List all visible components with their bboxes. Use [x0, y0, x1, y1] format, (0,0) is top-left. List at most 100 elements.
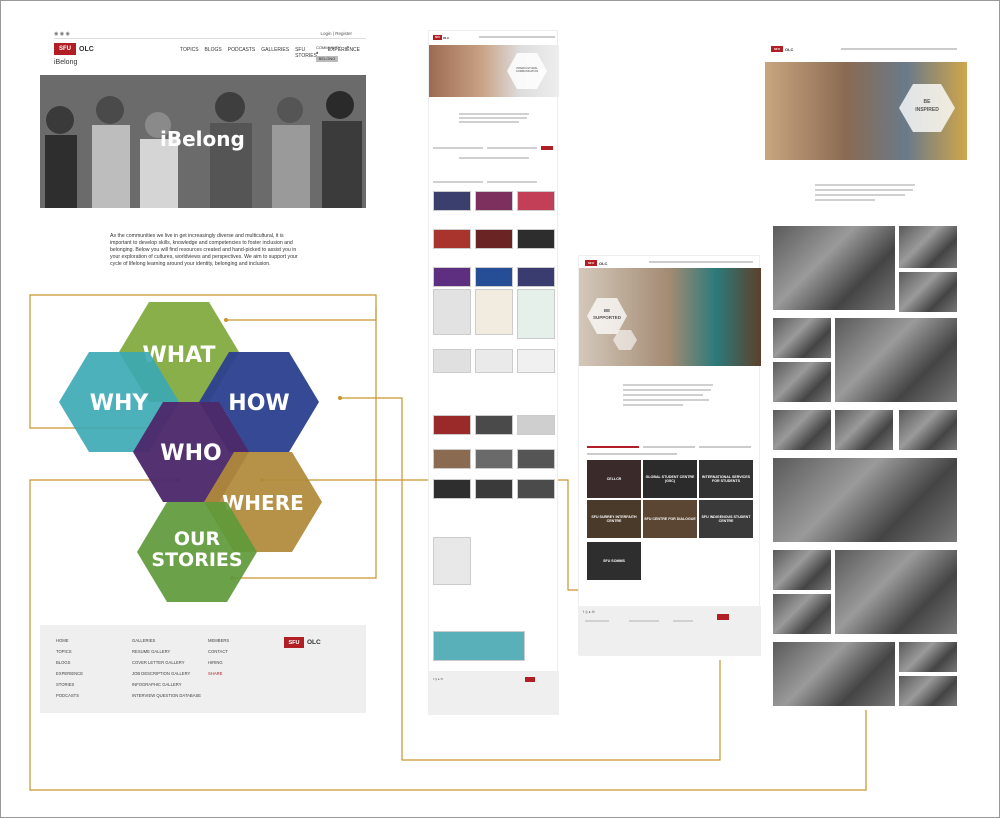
- video-thumb[interactable]: [433, 415, 471, 435]
- footer-link-hiring[interactable]: HIRING: [208, 657, 229, 668]
- where-filter-tab[interactable]: [587, 453, 677, 455]
- footer-link-experience[interactable]: EXPERIENCE: [56, 668, 83, 679]
- video-thumb[interactable]: [475, 415, 513, 435]
- where-filter-tab[interactable]: [643, 446, 695, 448]
- video-thumb[interactable]: [433, 631, 525, 661]
- infographic-thumb[interactable]: [433, 537, 471, 585]
- footer-link-cover-letter-gallery[interactable]: COVER LETTER GALLERY: [132, 657, 201, 668]
- video-thumb[interactable]: [433, 229, 471, 249]
- footer-link-members[interactable]: MEMBERS: [208, 635, 229, 646]
- gallery-photo[interactable]: [773, 318, 831, 358]
- video-thumb[interactable]: [517, 415, 555, 435]
- gallery-photo[interactable]: [899, 642, 957, 672]
- footer-link-topics[interactable]: TOPICS: [56, 646, 83, 657]
- where-footer-logo-mark[interactable]: [717, 614, 729, 620]
- video-thumb[interactable]: [475, 479, 513, 499]
- video-thumb[interactable]: [517, 479, 555, 499]
- gallery-photo[interactable]: [773, 642, 895, 706]
- where-hero-label-2: SUPPORTED: [592, 315, 621, 320]
- how-search-button[interactable]: [541, 146, 553, 150]
- footer-link-blogs[interactable]: BLOGS: [56, 657, 83, 668]
- video-thumb[interactable]: [475, 267, 513, 287]
- gallery-photo[interactable]: [773, 362, 831, 402]
- tile-indigenous-student-centre[interactable]: SFU INDIGENOUS STUDENT CENTRE: [699, 500, 753, 538]
- topbar-separator: |: [332, 31, 334, 36]
- footer-link-infographic-gallery[interactable]: INFOGRAPHIC GALLERY: [132, 679, 201, 690]
- video-thumb[interactable]: [475, 191, 513, 211]
- tile-surrey-interfaith[interactable]: SFU SURREY INTERFAITH CENTRE: [587, 500, 641, 538]
- search-icon[interactable]: ⌕: [346, 45, 349, 52]
- video-thumb[interactable]: [475, 449, 513, 469]
- gallery-photo[interactable]: [899, 676, 957, 706]
- nav-galleries[interactable]: GALLERIES: [261, 47, 289, 59]
- tile-global-student-centre[interactable]: GLOBAL STUDENT CENTRE (GSC): [643, 460, 697, 498]
- tile-sfu-somms[interactable]: SFU SOMMS: [587, 542, 641, 580]
- infographic-thumb[interactable]: [517, 289, 555, 339]
- infographic-thumb[interactable]: [433, 289, 471, 335]
- footer-link-job-description-gallery[interactable]: JOB DESCRIPTION GALLERY: [132, 668, 201, 679]
- tile-international-services[interactable]: INTERNATIONAL SERVICES FOR STUDENTS: [699, 460, 753, 498]
- who-hero-label-1: BE: [923, 99, 931, 105]
- gallery-photo[interactable]: [835, 318, 957, 402]
- how-text-line: [459, 121, 519, 123]
- footer-link-home[interactable]: HOME: [56, 635, 83, 646]
- who-page-logo[interactable]: SFU OLC: [771, 46, 793, 52]
- gallery-photo[interactable]: [773, 594, 831, 634]
- where-footer-social-icons[interactable]: f ◎ ▸ ✉: [583, 610, 595, 614]
- nav-podcasts[interactable]: PODCASTS: [228, 47, 256, 59]
- footer-logo[interactable]: SFU OLC: [284, 637, 321, 648]
- gallery-photo[interactable]: [773, 458, 957, 542]
- tile-cellcr[interactable]: CELLCR: [587, 460, 641, 498]
- gallery-photo[interactable]: [899, 410, 957, 450]
- where-filter-tab[interactable]: [699, 446, 751, 448]
- video-thumb[interactable]: [517, 229, 555, 249]
- how-sfu-logo-mark: SFU: [433, 35, 442, 40]
- hex-where-label: WHERE: [222, 491, 304, 515]
- gallery-photo[interactable]: [773, 410, 831, 450]
- video-thumb[interactable]: [517, 191, 555, 211]
- site-title: iBelong: [54, 59, 78, 66]
- how-footer-social-icons[interactable]: f ◎ ▸ ✉: [433, 677, 443, 681]
- footer-link-stories[interactable]: STORIES: [56, 679, 83, 690]
- tile-centre-for-dialogue[interactable]: SFU CENTRE FOR DIALOGUE: [643, 500, 697, 538]
- how-page-logo[interactable]: SFU OLC: [433, 35, 449, 40]
- infographic-thumb[interactable]: [475, 349, 513, 373]
- infographic-thumb[interactable]: [475, 289, 513, 335]
- video-thumb[interactable]: [433, 191, 471, 211]
- footer-link-podcasts[interactable]: PODCASTS: [56, 690, 83, 701]
- video-thumb[interactable]: [517, 449, 555, 469]
- video-thumb[interactable]: [475, 229, 513, 249]
- video-thumb[interactable]: [433, 479, 471, 499]
- video-thumb[interactable]: [433, 449, 471, 469]
- where-sfu-logo-mark: SFU: [585, 260, 597, 266]
- footer-link-galleries[interactable]: GALLERIES: [132, 635, 201, 646]
- footer-link-resume-gallery[interactable]: RESUME GALLERY: [132, 646, 201, 657]
- login-link[interactable]: Login: [321, 31, 332, 36]
- footer-link-interview-database[interactable]: INTERVIEW QUESTION DATABASE: [132, 690, 201, 701]
- gallery-photo[interactable]: [899, 226, 957, 268]
- footer-link-share[interactable]: SHARE: [208, 668, 229, 679]
- video-thumb[interactable]: [433, 267, 471, 287]
- where-filter-tab[interactable]: [587, 446, 639, 448]
- nav-community-tab[interactable]: COMMUNITY ●: [316, 45, 341, 55]
- how-footer-logo-mark[interactable]: [525, 677, 535, 682]
- gallery-photo[interactable]: [835, 550, 957, 634]
- nav-belong-tab[interactable]: BELONG: [316, 56, 338, 62]
- nav-blogs[interactable]: BLOGS: [205, 47, 222, 59]
- gallery-photo[interactable]: [773, 550, 831, 590]
- gallery-photo[interactable]: [899, 272, 957, 312]
- where-page: SFU OLC BE SUPPORTED CELLCR GLOBAL STUDE…: [578, 255, 761, 656]
- hero-image: iBelong: [40, 75, 366, 208]
- infographic-thumb[interactable]: [517, 349, 555, 373]
- sfu-olc-logo[interactable]: SFU OLC: [54, 43, 94, 55]
- how-input-line: [433, 181, 483, 183]
- infographic-thumb[interactable]: [433, 349, 471, 373]
- gallery-photo[interactable]: [773, 226, 895, 310]
- where-page-logo[interactable]: SFU OLC: [585, 260, 607, 266]
- nav-topics[interactable]: TOPICS: [180, 47, 199, 59]
- gallery-photo[interactable]: [835, 410, 893, 450]
- register-link[interactable]: Register: [335, 31, 352, 36]
- how-input-line: [487, 181, 537, 183]
- footer-link-contact[interactable]: CONTACT: [208, 646, 229, 657]
- video-thumb[interactable]: [517, 267, 555, 287]
